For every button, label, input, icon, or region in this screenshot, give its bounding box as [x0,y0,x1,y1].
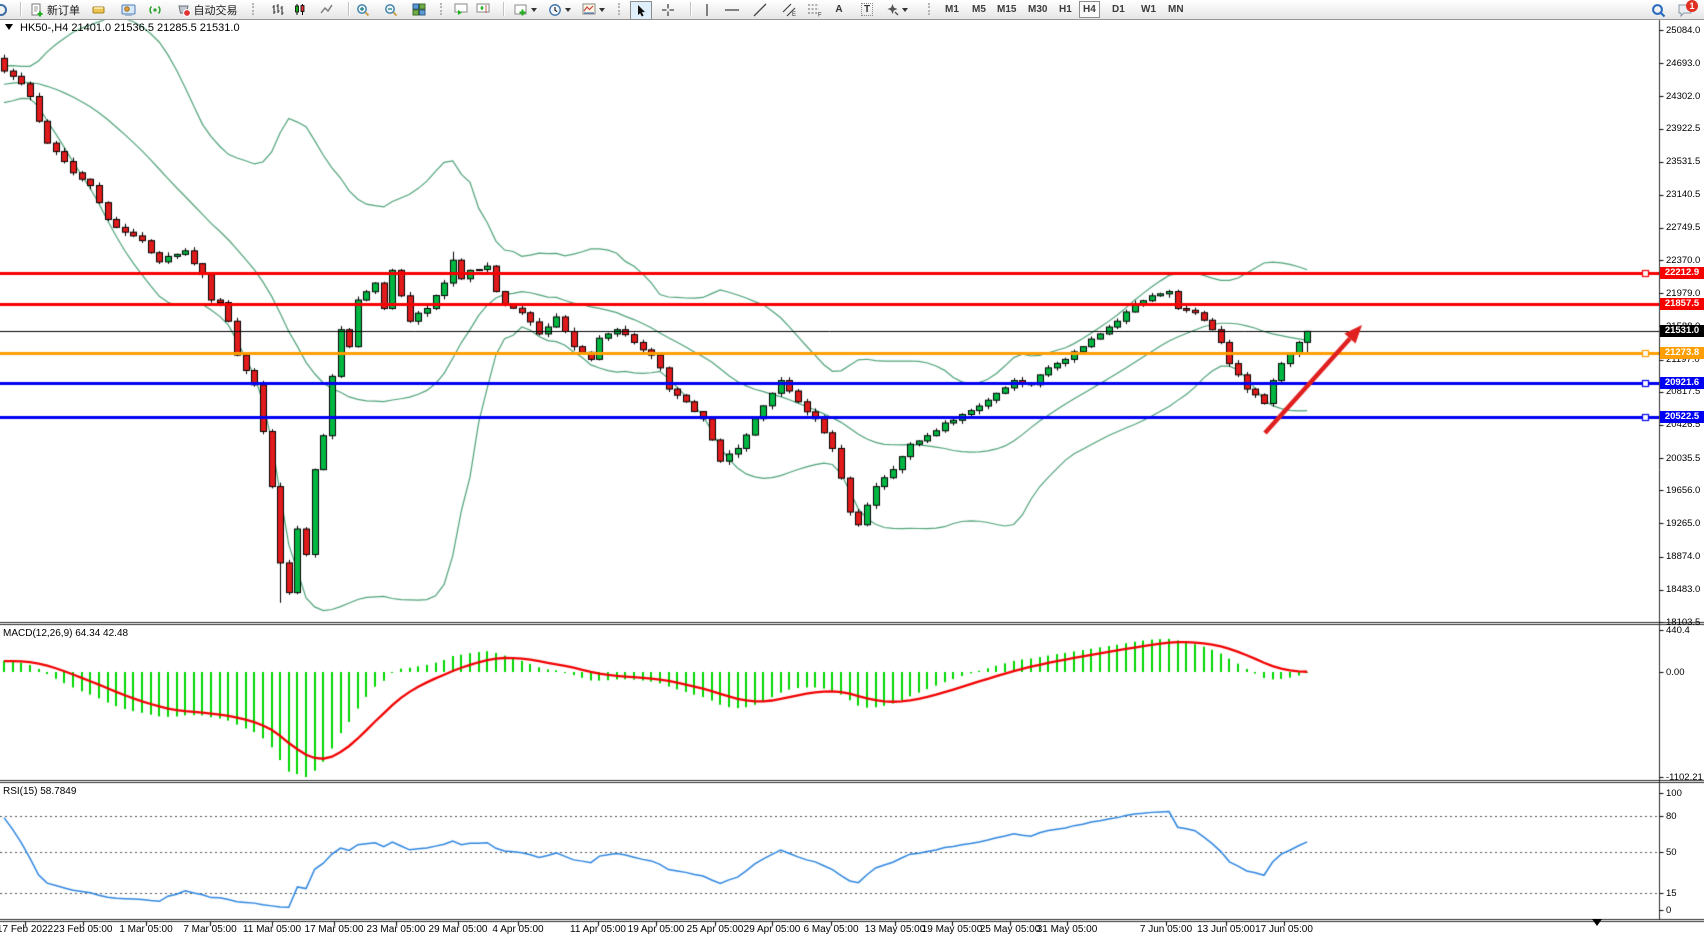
signal-icon [148,3,162,17]
zoom-in-icon [356,3,370,17]
timeframe-button-h1[interactable]: H1 [1055,1,1076,18]
chat-badge: 1 [1686,0,1698,12]
main-toolbar: 新订单 自动交易 [0,0,1704,20]
cursor-icon [635,4,647,17]
chart-canvas[interactable] [0,0,1704,943]
tile-windows-icon [412,3,426,16]
ohlc-bars-icon [271,3,284,16]
timeframe-button-m30[interactable]: M30 [1024,1,1051,18]
auto-scroll-icon [454,3,468,16]
text-tool-button[interactable]: A [830,1,848,18]
text-label-letter: T [861,3,873,16]
periods-menu-button[interactable] [546,1,572,18]
arrows-shapes-icon [886,3,899,16]
chart-shift-button[interactable] [474,1,492,18]
history-center-button[interactable] [90,1,108,18]
templates-menu-button[interactable] [580,1,606,18]
bar-chart-mode-button[interactable] [268,1,286,18]
equidistant-channel-icon: E [782,3,797,17]
search-button[interactable] [1648,2,1668,19]
timeframe-button-h4[interactable]: H4 [1079,1,1100,18]
zoom-in-button[interactable] [354,1,372,18]
timeframe-button-mn[interactable]: MN [1164,1,1188,18]
add-indicator-icon [514,3,528,16]
horizontal-line-icon [724,5,740,15]
new-order-icon [30,3,44,17]
dropdown-arrow-icon [902,8,908,12]
vertical-line-icon [702,3,712,17]
crosshair-tool-button[interactable] [658,1,678,18]
arrows-tool-button[interactable] [884,1,910,18]
auto-trading-icon [177,3,191,17]
tile-windows-button[interactable] [410,1,428,18]
zoom-out-icon [384,3,398,17]
auto-trading-label: 自动交易 [191,2,238,18]
trading-platform-window: 新订单 自动交易 [0,0,1704,943]
cursor-tool-button[interactable] [630,1,652,20]
terminal-person-icon [121,3,136,17]
chart-shift-icon [476,3,490,16]
text-label-tool-button[interactable]: T [858,1,876,18]
search-icon [1651,3,1666,18]
timeframe-button-m5[interactable]: M5 [968,1,990,18]
fibo-letter: F [818,12,822,17]
line-chart-icon [320,3,334,16]
channel-letter: E [792,12,796,17]
candlestick-mode-button[interactable] [290,1,308,18]
timeframe-button-m1[interactable]: M1 [941,1,963,18]
strategy-tester-button[interactable] [119,1,137,18]
vertical-line-tool-button[interactable] [698,1,716,18]
timeframe-button-m15[interactable]: M15 [993,1,1020,18]
fibonacci-icon: F [807,3,823,17]
text-tool-letter: A [835,4,842,15]
timeframe-button-d1[interactable]: D1 [1108,1,1129,18]
horizontal-line-tool-button[interactable] [722,1,742,18]
auto-scroll-button[interactable] [452,1,470,18]
dropdown-arrow-icon [565,8,571,12]
signals-button[interactable] [146,1,164,18]
new-order-label: 新订单 [44,2,80,18]
dropdown-arrow-icon [531,8,537,12]
gold-box-icon [92,3,106,16]
candlestick-icon [293,3,306,16]
indicators-menu-button[interactable] [512,1,538,18]
template-icon [582,3,596,16]
new-order-button[interactable]: 新订单 [26,1,84,18]
auto-trading-toggle[interactable]: 自动交易 [172,1,242,18]
zoom-out-button[interactable] [382,1,400,18]
fibonacci-tool-button[interactable]: F [804,1,826,18]
trendline-tool-button[interactable] [750,1,770,18]
crosshair-icon [661,3,675,17]
timeframe-button-w1[interactable]: W1 [1137,1,1160,18]
line-chart-mode-button[interactable] [318,1,336,18]
chat-button[interactable]: 1 [1674,2,1696,19]
dropdown-arrow-icon [599,8,605,12]
clock-icon [548,3,562,17]
trendline-icon [753,3,767,17]
channel-tool-button[interactable]: E [778,1,800,18]
clipped-left-icon[interactable] [0,1,8,18]
